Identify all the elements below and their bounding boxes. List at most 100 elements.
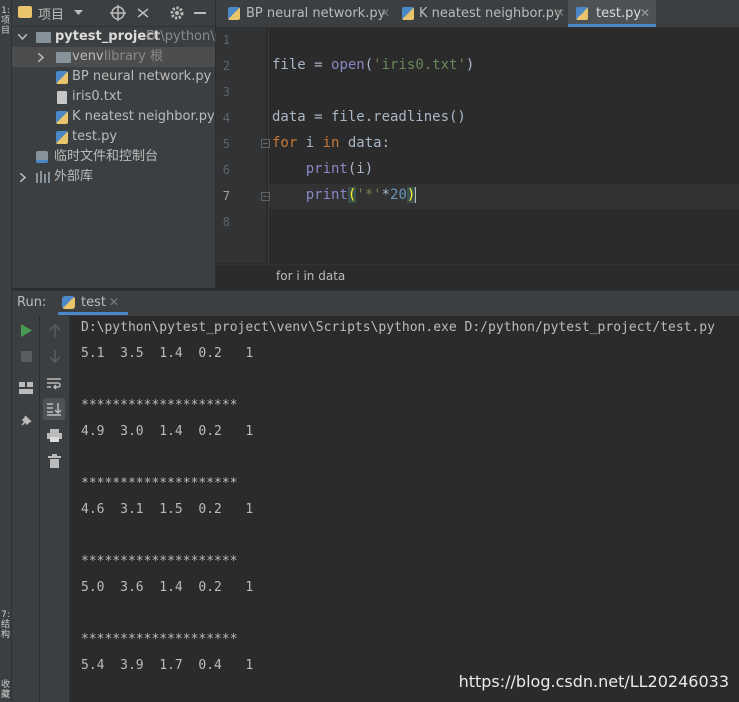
code-line-6: print(i)	[272, 161, 373, 177]
console-line: ********************	[81, 632, 238, 647]
line-number: 4	[222, 111, 230, 125]
console-line: 4.6 3.1 1.5 0.2 1	[81, 502, 254, 517]
chevron-right-icon[interactable]	[20, 173, 26, 182]
code-token: (	[364, 57, 374, 73]
code-line-7: print('*'*20)	[272, 187, 417, 203]
close-icon[interactable]: ✕	[555, 0, 565, 27]
run-toolbar-secondary	[40, 316, 70, 702]
print-icon[interactable]	[47, 429, 62, 442]
chevron-down-icon[interactable]	[74, 10, 83, 16]
favorites-tool-window-label[interactable]: 收藏	[0, 680, 11, 700]
code-token: i	[297, 135, 323, 151]
close-icon[interactable]: ✕	[640, 0, 650, 27]
console-line: 5.0 3.6 1.4 0.2 1	[81, 580, 254, 595]
run-panel-header: Run: test ✕	[12, 290, 739, 317]
code-token-number: 20	[390, 187, 407, 203]
line-number: 8	[222, 215, 230, 229]
soft-wrap-icon[interactable]	[47, 377, 62, 390]
code-line-5: for i in data:	[272, 135, 390, 151]
tab-bp-neural-network[interactable]: BP neural network.py ✕	[224, 0, 390, 27]
gear-icon[interactable]	[169, 5, 185, 21]
minimize-icon[interactable]	[194, 12, 206, 14]
code-token-builtin: open	[331, 57, 365, 73]
console-line: ********************	[81, 476, 238, 491]
library-icon	[36, 171, 50, 183]
python-file-icon	[56, 111, 68, 124]
code-token: data = file.readlines()	[272, 109, 466, 125]
tree-item-label: BP neural network.py	[72, 69, 212, 84]
tree-item-scratches[interactable]: 临时文件和控制台	[12, 147, 215, 167]
tree-item-suffix: library 根	[104, 49, 163, 64]
console-line: ********************	[81, 398, 238, 413]
close-icon[interactable]: ✕	[380, 0, 390, 27]
project-root-path: D:\python\p	[146, 29, 223, 44]
editor-tab-bar: BP neural network.py ✕ K neatest neighbo…	[216, 0, 739, 28]
trash-icon[interactable]	[48, 454, 61, 468]
pin-icon[interactable]	[19, 414, 33, 428]
tree-item-label: venv	[72, 49, 104, 64]
tree-item-external-libraries[interactable]: 外部库	[12, 167, 215, 187]
console-line: ********************	[81, 554, 238, 569]
tree-item-k-neatest-neighbor[interactable]: K neatest neighbor.py	[12, 107, 215, 127]
code-token-string: 'iris0.txt'	[373, 57, 466, 73]
code-token-keyword: in	[322, 135, 340, 151]
folder-icon	[18, 6, 32, 18]
code-token: *	[381, 187, 391, 203]
line-number: 3	[222, 85, 230, 99]
run-tab-test[interactable]: test	[81, 295, 106, 310]
tree-item-venv[interactable]: venv library 根	[12, 47, 215, 67]
tab-k-neatest-neighbor[interactable]: K neatest neighbor.py ✕	[398, 0, 568, 27]
code-line-4: data = file.readlines()	[272, 109, 466, 125]
console-line: D:\python\pytest_project\venv\Scripts\py…	[81, 320, 715, 335]
structure-tool-window-label[interactable]: 7: 结构	[0, 610, 11, 640]
layout-icon[interactable]	[19, 382, 33, 394]
tree-item-label: 临时文件和控制台	[54, 149, 159, 164]
close-icon[interactable]: ✕	[109, 295, 119, 309]
code-token-bracket-match: )	[406, 187, 417, 203]
python-file-icon	[228, 7, 240, 20]
arrow-up-icon[interactable]	[49, 324, 61, 338]
watermark: https://blog.csdn.net/LL20246033	[458, 672, 729, 691]
console-line: 5.1 3.5 1.4 0.2 1	[81, 346, 254, 361]
line-number: 7	[222, 189, 230, 203]
tree-item-label: iris0.txt	[72, 89, 122, 104]
tree-item-iris0[interactable]: iris0.txt	[12, 87, 215, 107]
code-token: data:	[339, 135, 391, 151]
tab-test[interactable]: test.py ✕	[568, 0, 656, 27]
tree-item-bp-neural-network[interactable]: BP neural network.py	[12, 67, 215, 87]
tree-item-label: test.py	[72, 129, 118, 144]
folder-icon	[36, 32, 51, 43]
collapse-all-icon[interactable]	[136, 5, 150, 21]
python-file-icon	[62, 296, 75, 309]
tree-root[interactable]: pytest_project D:\python\p	[12, 27, 223, 47]
arrow-down-icon[interactable]	[49, 349, 61, 363]
project-tool-window-label[interactable]: 1: 项目	[0, 6, 11, 36]
locate-target-icon[interactable]	[110, 5, 126, 21]
project-root-name: pytest_project	[55, 29, 161, 44]
chevron-down-icon[interactable]	[18, 34, 27, 40]
project-panel-header: 项目	[12, 0, 215, 27]
python-file-icon	[576, 7, 588, 20]
breadcrumb-item[interactable]: for i in data	[276, 269, 345, 283]
line-number: 1	[222, 33, 230, 47]
console-line: 4.9 3.0 1.4 0.2 1	[81, 424, 254, 439]
code-token: )	[465, 57, 475, 73]
fold-marker-icon[interactable]	[261, 192, 270, 201]
line-number: 5	[222, 137, 230, 151]
stop-icon[interactable]	[21, 351, 32, 362]
chevron-right-icon[interactable]	[38, 53, 44, 62]
project-view-selector[interactable]: 项目	[38, 4, 64, 23]
code-token-builtin: print	[305, 161, 348, 177]
line-number: 6	[222, 163, 230, 177]
run-icon[interactable]	[21, 324, 32, 337]
tree-item-test[interactable]: test.py	[12, 127, 215, 147]
python-file-icon	[402, 7, 414, 20]
tree-item-label: 外部库	[54, 169, 94, 184]
scroll-to-end-icon[interactable]	[47, 402, 62, 416]
python-file-icon	[56, 71, 68, 84]
run-toolbar-primary	[12, 316, 39, 702]
text-file-icon	[57, 91, 67, 104]
fold-marker-icon[interactable]	[261, 139, 270, 148]
